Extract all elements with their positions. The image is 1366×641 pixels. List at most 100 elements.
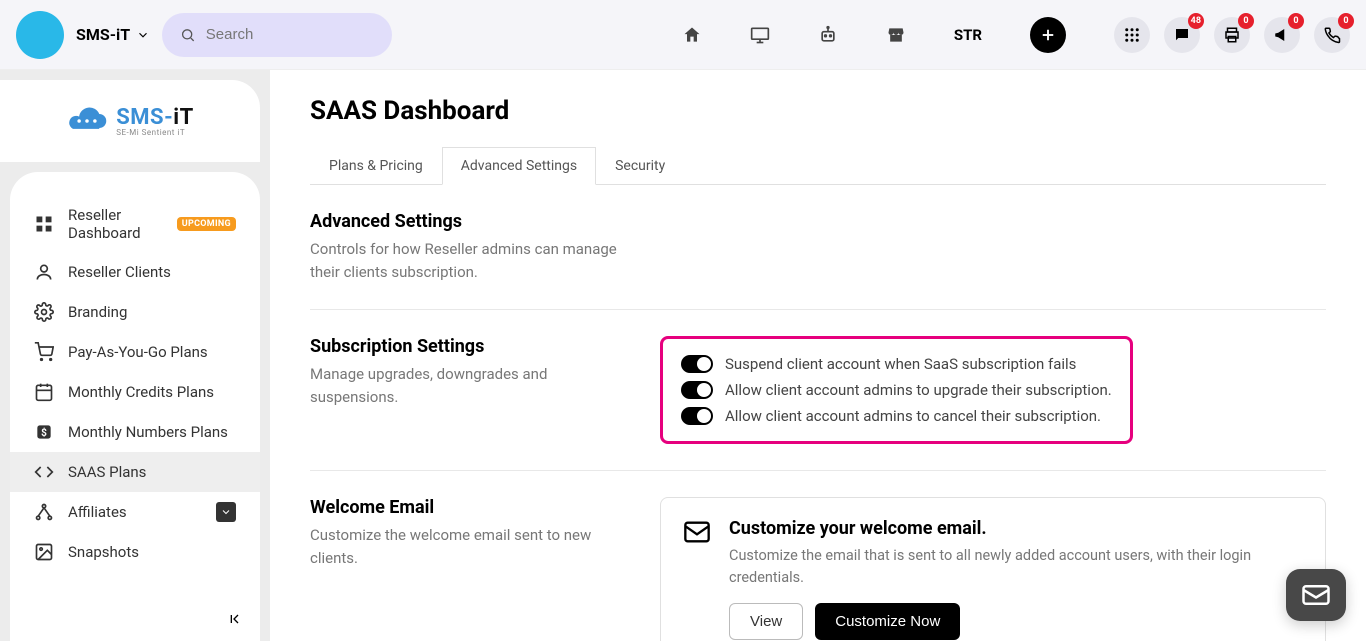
monitor-icon[interactable] <box>750 25 770 45</box>
sidebar-logo[interactable]: SMS-iT SE-Mi Sentient iT <box>0 80 260 162</box>
printer-icon <box>1223 26 1241 44</box>
collapse-sidebar-button[interactable] <box>228 611 244 631</box>
page-title: SAAS Dashboard <box>310 96 1326 126</box>
chevron-down-icon <box>136 28 150 42</box>
chat-button[interactable]: 48 <box>1164 17 1200 53</box>
sidebar-item-monthly-credits[interactable]: Monthly Credits Plans <box>10 372 260 412</box>
section-desc: Manage upgrades, downgrades and suspensi… <box>310 363 620 408</box>
tab-security[interactable]: Security <box>596 147 684 185</box>
top-center-icons: STR <box>682 17 1102 53</box>
section-heading: Advanced Settings <box>310 211 620 232</box>
customize-now-button[interactable]: Customize Now <box>815 603 960 640</box>
toggle-row-suspend: Suspend client account when SaaS subscri… <box>681 351 1112 377</box>
image-icon <box>34 542 54 562</box>
logo-subtext: SE-Mi Sentient iT <box>116 128 194 137</box>
network-icon <box>34 502 54 522</box>
search-input[interactable] <box>206 26 374 43</box>
card-desc: Customize the email that is sent to all … <box>729 545 1303 589</box>
add-button[interactable] <box>1030 17 1066 53</box>
chat-badge: 48 <box>1188 13 1204 29</box>
section-heading: Welcome Email <box>310 497 620 518</box>
tab-plans-pricing[interactable]: Plans & Pricing <box>310 147 442 185</box>
section-heading: Subscription Settings <box>310 336 620 357</box>
dashboard-icon <box>34 214 54 234</box>
envelope-icon <box>683 518 711 640</box>
calendar-icon <box>34 382 54 402</box>
sidebar: SMS-iT SE-Mi Sentient iT Reseller Dashbo… <box>0 70 270 641</box>
tab-advanced-settings[interactable]: Advanced Settings <box>442 147 596 185</box>
mail-icon <box>1301 580 1331 610</box>
sidebar-item-snapshots[interactable]: Snapshots <box>10 532 260 572</box>
sidebar-item-payg-plans[interactable]: Pay-As-You-Go Plans <box>10 332 260 372</box>
code-icon <box>34 462 54 482</box>
cart-icon <box>34 342 54 362</box>
home-icon[interactable] <box>682 25 702 45</box>
topbar: SMS-iT STR 48 <box>0 0 1366 70</box>
toggle-suspend[interactable] <box>681 355 713 373</box>
tabs: Plans & Pricing Advanced Settings Securi… <box>310 146 1326 185</box>
plus-icon <box>1039 26 1057 44</box>
chevron-down-icon <box>220 506 232 518</box>
expand-toggle[interactable] <box>216 502 236 522</box>
sidebar-item-label: Affiliates <box>68 503 127 521</box>
top-right-icons: 48 0 0 0 <box>1114 17 1350 53</box>
search-box[interactable] <box>162 13 392 57</box>
sidebar-item-label: Snapshots <box>68 543 139 561</box>
upcoming-badge: UPCOMING <box>177 217 236 231</box>
phone-badge: 0 <box>1338 13 1354 29</box>
toggle-row-upgrade: Allow client account admins to upgrade t… <box>681 377 1112 403</box>
megaphone-badge: 0 <box>1288 13 1304 29</box>
str-button[interactable]: STR <box>954 26 982 44</box>
apps-grid-button[interactable] <box>1114 17 1150 53</box>
phone-button[interactable]: 0 <box>1314 17 1350 53</box>
printer-badge: 0 <box>1238 13 1254 29</box>
svg-text:$: $ <box>41 426 47 439</box>
sidebar-item-label: Reseller Clients <box>68 263 171 281</box>
sidebar-item-label: Monthly Numbers Plans <box>68 423 228 441</box>
megaphone-button[interactable]: 0 <box>1264 17 1300 53</box>
section-subscription-settings: Subscription Settings Manage upgrades, d… <box>310 310 1326 471</box>
welcome-email-card: Customize your welcome email. Customize … <box>660 497 1326 641</box>
chat-fab[interactable] <box>1286 569 1346 621</box>
toggle-row-cancel: Allow client account admins to cancel th… <box>681 403 1112 429</box>
section-welcome-email: Welcome Email Customize the welcome emai… <box>310 471 1326 641</box>
sidebar-item-label: Pay-As-You-Go Plans <box>68 343 208 361</box>
dollar-icon: $ <box>34 422 54 442</box>
toggle-label: Suspend client account when SaaS subscri… <box>725 355 1076 373</box>
chat-icon <box>1173 26 1191 44</box>
main-content: SAAS Dashboard Plans & Pricing Advanced … <box>270 70 1366 641</box>
brand-label: SMS-iT <box>76 25 130 44</box>
gear-icon <box>34 302 54 322</box>
sidebar-item-affiliates[interactable]: Affiliates <box>10 492 260 532</box>
brand-dropdown[interactable]: SMS-iT <box>76 25 150 44</box>
logo-text: SMS-iT <box>116 105 194 130</box>
avatar[interactable] <box>16 11 64 59</box>
cloud-icon <box>66 107 108 135</box>
store-icon[interactable] <box>886 25 906 45</box>
sidebar-item-label: Reseller Dashboard <box>68 206 163 242</box>
sidebar-item-label: SAAS Plans <box>68 463 146 481</box>
highlight-box: Suspend client account when SaaS subscri… <box>660 336 1133 444</box>
section-desc: Customize the welcome email sent to new … <box>310 524 620 569</box>
sidebar-item-reseller-dashboard[interactable]: Reseller Dashboard UPCOMING <box>10 196 260 252</box>
robot-icon[interactable] <box>818 25 838 45</box>
toggle-label: Allow client account admins to cancel th… <box>725 407 1101 425</box>
sidebar-item-saas-plans[interactable]: SAAS Plans <box>10 452 260 492</box>
view-button[interactable]: View <box>729 603 803 640</box>
section-desc: Controls for how Reseller admins can man… <box>310 238 620 283</box>
printer-button[interactable]: 0 <box>1214 17 1250 53</box>
toggle-cancel[interactable] <box>681 407 713 425</box>
sidebar-item-branding[interactable]: Branding <box>10 292 260 332</box>
sidebar-item-reseller-clients[interactable]: Reseller Clients <box>10 252 260 292</box>
section-advanced-settings: Advanced Settings Controls for how Resel… <box>310 185 1326 310</box>
toggle-upgrade[interactable] <box>681 381 713 399</box>
sidebar-item-monthly-numbers[interactable]: $ Monthly Numbers Plans <box>10 412 260 452</box>
sidebar-item-label: Monthly Credits Plans <box>68 383 214 401</box>
sidebar-nav: Reseller Dashboard UPCOMING Reseller Cli… <box>10 172 260 641</box>
layout: SMS-iT SE-Mi Sentient iT Reseller Dashbo… <box>0 70 1366 641</box>
sidebar-item-label: Branding <box>68 303 127 321</box>
card-title: Customize your welcome email. <box>729 518 1303 539</box>
search-icon <box>180 26 196 44</box>
toggle-label: Allow client account admins to upgrade t… <box>725 381 1112 399</box>
collapse-icon <box>228 611 244 627</box>
